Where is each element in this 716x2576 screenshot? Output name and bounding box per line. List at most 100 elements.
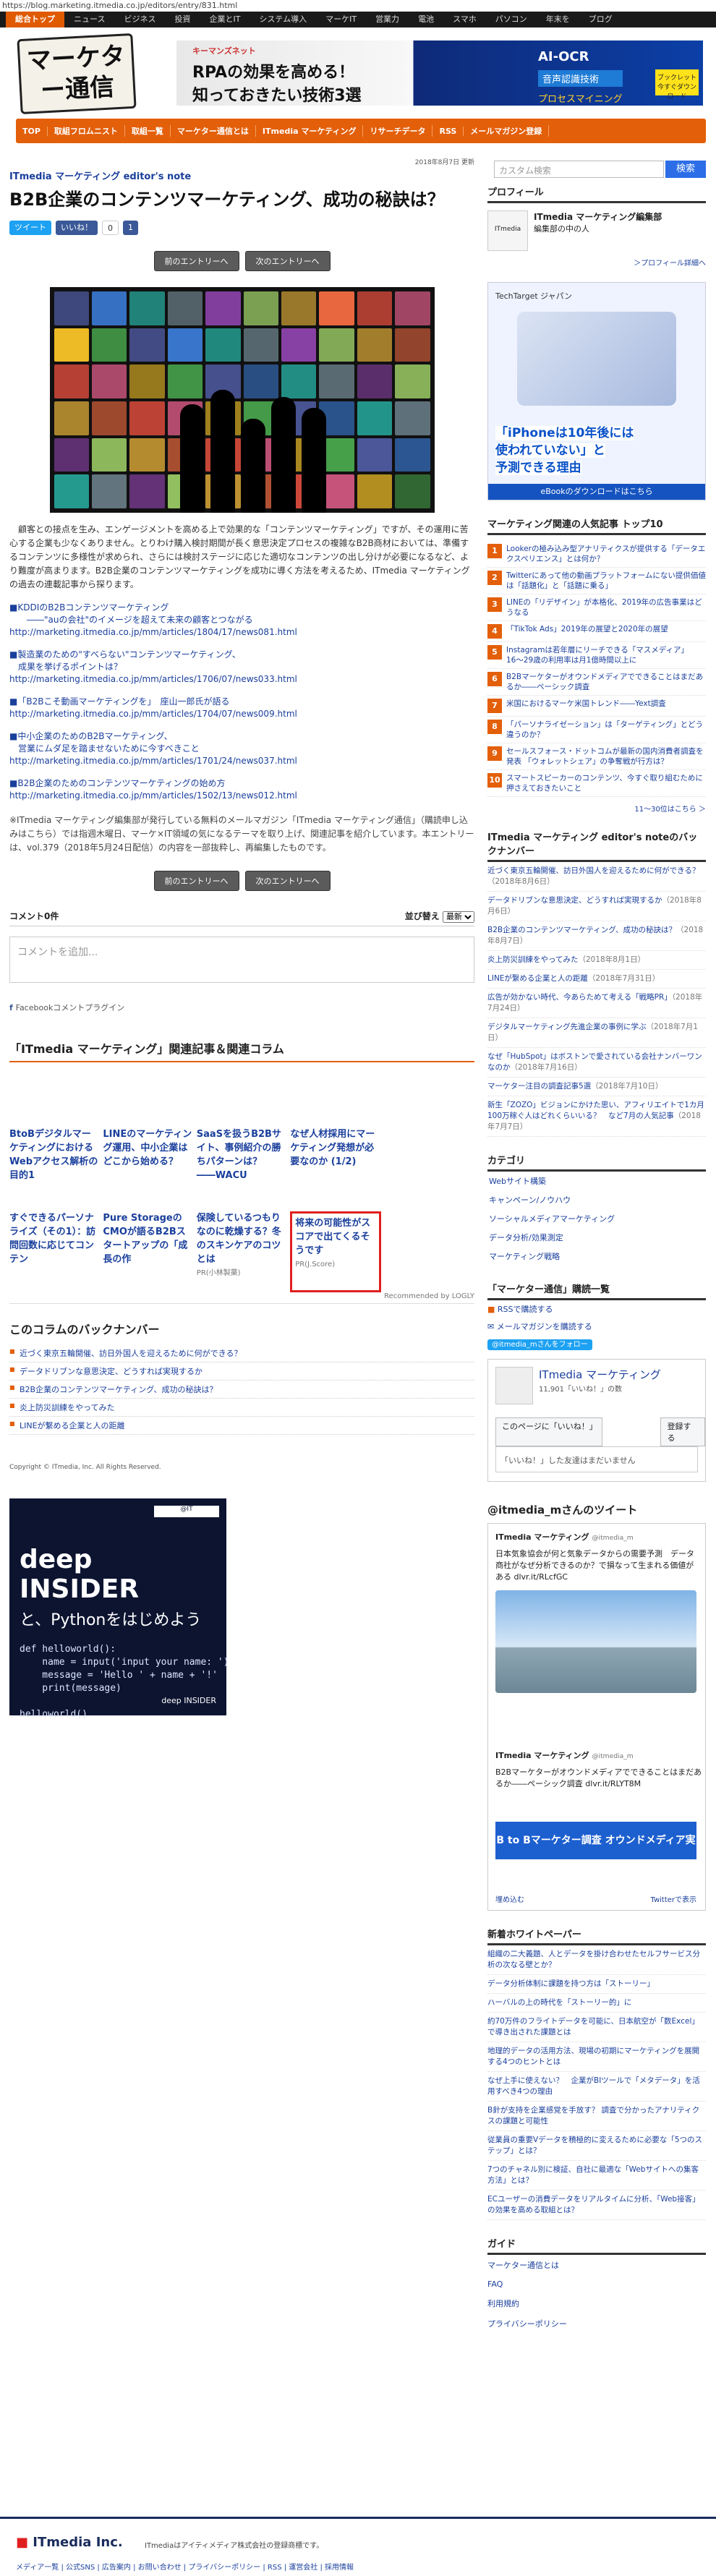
tweet-handle[interactable]: @itmedia_m bbox=[592, 1534, 633, 1542]
side-backnumber-item[interactable]: 新生「ZOZO」ビジョンにかけた思い、アフィリエイトで1カ月100万稼ぐ人はどれ… bbox=[487, 1096, 706, 1137]
tweet-handle[interactable]: @itmedia_m bbox=[592, 1752, 633, 1760]
ranking-title[interactable]: Instagramは若年層にリーチできる「マスメディア」 16〜29歳の利用率は… bbox=[506, 645, 706, 665]
global-nav-item[interactable]: スマホ bbox=[443, 12, 486, 27]
category-item[interactable]: キャンペーン/ノウハウ bbox=[487, 1190, 706, 1209]
ranking-title[interactable]: B2Bマーケターがオウンドメディアでできることはまだあるか――ペーシック調査 bbox=[506, 672, 706, 692]
whitepaper-item[interactable]: ECユーザーの消費データをリアルタイムに分析、「Web接客」の効果を高める取組と… bbox=[487, 2191, 706, 2220]
link-title[interactable]: ■KDDIのB2Bコンテンツマーケティング ――"auの会社"のイメージを超えて… bbox=[9, 602, 474, 626]
side-backnumber-link[interactable]: デジタルマーケティング先進企業の事例に学ぶ bbox=[487, 1023, 646, 1031]
related-item[interactable] bbox=[384, 1127, 474, 1208]
side-backnumber-link[interactable]: 近づく東京五輪開催、訪日外国人を迎えるために何ができる？ bbox=[487, 866, 699, 875]
side-backnumber-item[interactable]: マーケター注目の調査記事5選（2018年7月10日） bbox=[487, 1078, 706, 1096]
category-nav-item[interactable]: マーケター通信とは bbox=[171, 125, 256, 137]
global-nav-item[interactable]: 企業とIT bbox=[200, 12, 250, 27]
global-nav-item[interactable]: 投資 bbox=[165, 12, 200, 27]
ranking-title[interactable]: Twitterにあって他の動画プラットフォームにない提供価値は「話題化」と「話題… bbox=[506, 571, 706, 591]
link-url[interactable]: http://marketing.itmedia.co.jp/mm/articl… bbox=[9, 708, 474, 720]
ranking-title[interactable]: スマートスピーカーのコンテンツ、今すぐ取り組むために押さえておきたいこと bbox=[506, 773, 706, 793]
category-item[interactable]: Webサイト構築 bbox=[487, 1172, 706, 1190]
category-nav-item[interactable]: リサーチデータ bbox=[363, 125, 433, 137]
tweet-image[interactable] bbox=[495, 1590, 696, 1693]
whitepaper-item[interactable]: 地理的データの活用方法、現場の初期にマーケティングを展開する4つのヒントとは bbox=[487, 2042, 706, 2072]
profile-name[interactable]: ITmedia マーケティング編集部 bbox=[534, 210, 662, 223]
link-title[interactable]: ■B2B企業のためのコンテンツマーケティングの始め方 bbox=[9, 777, 474, 790]
whitepaper-item[interactable]: データ分析体制に課題を持つ方は「ストーリー」 bbox=[487, 1975, 706, 1994]
related-item[interactable]: BtoBデジタルマーケティングにおけるWebアクセス解析の目的1 bbox=[9, 1127, 100, 1208]
prev-entry-button[interactable]: 前のエントリーへ bbox=[153, 871, 239, 891]
side-backnumber-item[interactable]: 近づく東京五輪開催、訪日外国人を迎えるために何ができる？ （2018年8月6日） bbox=[487, 862, 706, 892]
whitepaper-item[interactable]: 約70万件のフライトデータを可能に、日本航空が「数Excel」で導き出された課題… bbox=[487, 2013, 706, 2042]
like-button[interactable]: いいね！ bbox=[56, 221, 98, 235]
tweet-button[interactable]: ツイート bbox=[9, 221, 51, 235]
global-nav-item[interactable]: 電池 bbox=[409, 12, 443, 27]
related-ad-highlighted[interactable]: 将来の可能性がスコアで出てくるそうです PR(J.Score) bbox=[290, 1211, 381, 1292]
sort-select[interactable]: 最新 bbox=[443, 911, 474, 923]
side-backnumber-item[interactable]: B2B企業のコンテンツマーケティング、成功の秘訣は？（2018年8月7日） bbox=[487, 921, 706, 951]
profile-more-link[interactable]: ＞プロフィール詳細へ bbox=[487, 257, 706, 268]
related-item[interactable]: Pure StorageのCMOが語るB2Bスタートアップの「成長の作 bbox=[103, 1211, 193, 1292]
twitter-embed-link[interactable]: 埋め込む bbox=[495, 1893, 524, 1904]
whitepaper-item[interactable]: なぜ上手に使えない？ 企業がBIツールで「メタデータ」を活用すべき4つの理由 bbox=[487, 2072, 706, 2102]
article-link[interactable]: ■中小企業のためのB2Bマーケティング、 営業にムダ足を踏ませないために今すべき… bbox=[9, 730, 474, 767]
article-link[interactable]: ■製造業のための"すべらない"コンテンツマーケティング、 成果を挙げるポイントは… bbox=[9, 649, 474, 686]
related-item[interactable]: すぐできるパーソナライズ（その1）：訪問回数に応じてコンテン bbox=[9, 1211, 100, 1292]
next-entry-button[interactable]: 次のエントリーへ bbox=[244, 871, 331, 891]
category-item[interactable]: ソーシャルメディアマーケティング bbox=[487, 1209, 706, 1228]
whitepaper-item[interactable]: 従業員の重要Vデータを積極的に変えるために必要な「5つのステップ」とは？ bbox=[487, 2131, 706, 2161]
link-url[interactable]: http://marketing.itmedia.co.jp/mm/articl… bbox=[9, 790, 474, 802]
ranking-item[interactable]: 7 米国におけるマーケ米国トレンド――Yext調査 bbox=[487, 696, 706, 717]
backnumber-item[interactable]: 近づく東京五輪開催、訪日外国人を迎えるために何ができる？ bbox=[9, 1344, 474, 1362]
ranking-item[interactable]: 1 Lookerの極み込み型アナリティクスが提供する「データエクスペリエンス」とは… bbox=[487, 541, 706, 568]
related-item[interactable]: 保険しているつもりなのに乾燥する？冬のスキンケアのコツとは PR(小林製薬) bbox=[197, 1211, 287, 1292]
side-backnumber-link[interactable]: データドリブンな意思決定、どうすれば実現するか bbox=[487, 896, 662, 905]
category-item[interactable]: マーケティング戦略 bbox=[487, 1247, 706, 1266]
sidebar-ad-cta[interactable]: eBookのダウンロードはこちら bbox=[488, 484, 705, 500]
backnumber-item[interactable]: 炎上防災訓練をやってみた bbox=[9, 1399, 474, 1417]
tweet-account-name[interactable]: ITmedia マーケティング bbox=[495, 1532, 589, 1542]
global-nav-item[interactable]: システム導入 bbox=[250, 12, 316, 27]
global-nav-item[interactable]: 年末を bbox=[537, 12, 579, 27]
facebook-page-name[interactable]: ITmedia マーケティング bbox=[539, 1367, 661, 1382]
related-title[interactable]: 保険しているつもりなのに乾燥する？冬のスキンケアのコツとは bbox=[197, 1213, 281, 1265]
category-nav-item[interactable]: 取組フロムニスト bbox=[48, 125, 125, 137]
mail-label[interactable]: メールマガジンを購読する bbox=[497, 1322, 592, 1331]
related-title[interactable]: BtoBデジタルマーケティングにおけるWebアクセス解析の目的1 bbox=[9, 1129, 98, 1181]
whitepaper-item[interactable]: B針が支持を企業感覚を手放す？ 調査で分かったアナリティクスの課題と可能性 bbox=[487, 2102, 706, 2131]
rss-label[interactable]: RSSで購読する bbox=[498, 1305, 553, 1314]
category-nav-item[interactable]: メールマガジン登録 bbox=[464, 125, 550, 137]
side-backnumber-link[interactable]: 炎上防災訓練をやってみた bbox=[487, 955, 578, 964]
sidebar-ad[interactable]: TechTarget ジャパン 「iPhoneは10年後には 使われていない」と予… bbox=[487, 282, 706, 500]
itmedia-logo-text[interactable]: ITmedia Inc. bbox=[33, 2535, 122, 2550]
global-nav-item[interactable]: 営業力 bbox=[366, 12, 409, 27]
article-link[interactable]: ■B2B企業のためのコンテンツマーケティングの始め方 http://marketi… bbox=[9, 777, 474, 802]
related-item[interactable]: LINEのマーケティング運用、中小企業はどこから始める？ bbox=[103, 1127, 193, 1208]
backnumber-item[interactable]: B2B企業のコンテンツマーケティング、成功の秘訣は？ bbox=[9, 1381, 474, 1399]
twitter-follow-label[interactable]: @itmedia_mさんをフォロー bbox=[487, 1339, 592, 1350]
ranking-title[interactable]: 「TikTok Ads」2019年の展望と2020年の展望 bbox=[506, 624, 668, 639]
side-backnumber-link[interactable]: LINEが繋める企業と人の距離 bbox=[487, 974, 588, 983]
related-title[interactable]: すぐできるパーソナライズ（その1）：訪問回数に応じてコンテン bbox=[9, 1213, 95, 1265]
whitepaper-item[interactable]: 7つのチャネル別に検証、自社に最適な「Webサイトへの集客方法」とは？ bbox=[487, 2161, 706, 2191]
ranking-item[interactable]: 3 LINEの「リデザイン」が本格化、2019年の広告事業はどうなる bbox=[487, 594, 706, 621]
related-item[interactable]: SaaSを扱うB2Bサイト、事例紹介の勝ちパターンは？――WACU bbox=[197, 1127, 287, 1208]
side-backnumber-link[interactable]: 広告が効かない時代、今あらためて考える「戦略PR」 bbox=[487, 993, 672, 1002]
ranking-item[interactable]: 10 スマートスピーカーのコンテンツ、今すぐ取り組むために押さえておきたいこと bbox=[487, 770, 706, 797]
side-backnumber-link[interactable]: 新生「ZOZO」ビジョンにかけた思い、アフィリエイトで1カ月100万稼ぐ人はどれ… bbox=[487, 1101, 704, 1120]
link-title[interactable]: ■「B2Bこそ動画マーケティングを」 座山一郎氏が語る bbox=[9, 696, 474, 708]
mail-link[interactable]: ✉ メールマガジンを購読する bbox=[487, 1318, 706, 1335]
category-nav-item[interactable]: TOP bbox=[16, 126, 48, 136]
guide-item[interactable]: プライバシーポリシー bbox=[487, 2313, 706, 2334]
ranking-item[interactable]: 9 セールスフォース・ドットコムが最新の国内消費者調査を発表 「ウォレットシェア」… bbox=[487, 743, 706, 770]
plugin-label[interactable]: Facebookコメントプラグイン bbox=[16, 1003, 125, 1012]
comment-input[interactable]: コメントを追加... bbox=[9, 937, 474, 983]
ranking-item[interactable]: 4 「TikTok Ads」2019年の展望と2020年の展望 bbox=[487, 621, 706, 642]
itmedia-logo[interactable]: ■ ITmedia Inc. bbox=[16, 2535, 123, 2550]
side-backnumber-item[interactable]: データドリブンな意思決定、どうすれば実現するか（2018年8月6日） bbox=[487, 892, 706, 921]
twitter-follow-button[interactable]: @itmedia_mさんをフォロー bbox=[487, 1335, 706, 1352]
guide-item[interactable]: FAQ bbox=[487, 2275, 706, 2293]
ranking-title[interactable]: LINEの「リデザイン」が本格化、2019年の広告事業はどうなる bbox=[506, 597, 706, 618]
link-title[interactable]: ■製造業のための"すべらない"コンテンツマーケティング、 成果を挙げるポイントは… bbox=[9, 649, 474, 673]
facebook-comment-plugin[interactable]: f Facebookコメントプラグイン bbox=[9, 1002, 474, 1013]
global-nav-item[interactable]: ニュース bbox=[64, 12, 114, 27]
related-item[interactable] bbox=[384, 1211, 474, 1292]
